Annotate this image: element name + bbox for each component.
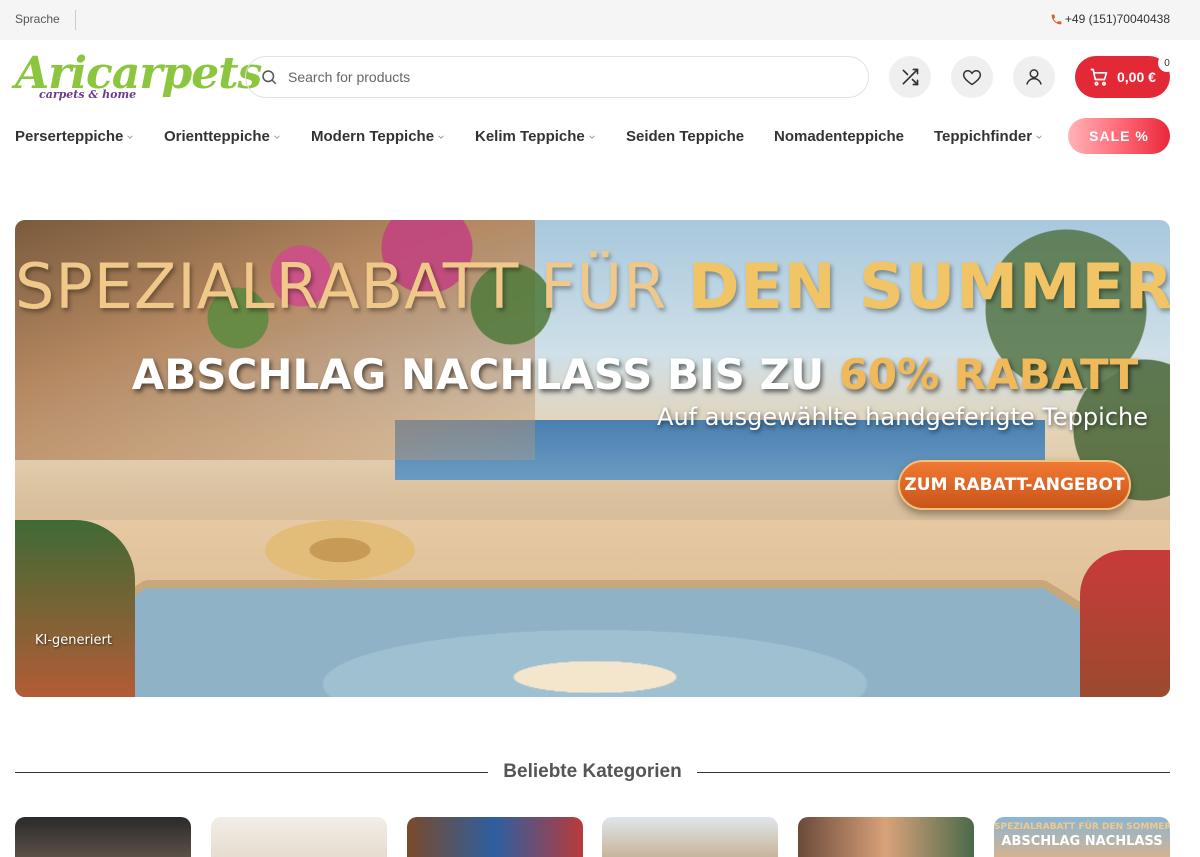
hero-rug [15, 580, 1170, 697]
divider [697, 772, 1170, 773]
hero-hat [265, 520, 415, 580]
language-selector[interactable]: Sprache [15, 12, 60, 26]
shuffle-icon [902, 68, 919, 86]
nav-item-label: Modern Teppiche [311, 128, 435, 145]
chevron-down-icon [1036, 134, 1042, 139]
sale-button[interactable]: SALE % [1068, 118, 1170, 154]
nav-item-label: Seiden Teppiche [626, 128, 745, 145]
cart-icon [1090, 68, 1108, 86]
category-grid: SPEZIALRABATT FÜR DEN SOMMER ABSCHLAG NA… [15, 817, 1170, 857]
hero-headline: SPEZIALRABATT FÜR DEN SUMMER [15, 250, 1170, 324]
nav-item-label: Kelim Teppiche [475, 128, 585, 145]
category-card[interactable] [798, 817, 974, 857]
phone-icon [1051, 14, 1062, 24]
cart-button[interactable]: 0,00 € [1075, 56, 1170, 98]
hero-subheadline: ABSCHLAG NACHLASS BIS ZU 60% RABATT [110, 347, 1160, 403]
category-card[interactable] [602, 817, 778, 857]
section-title: Beliebte Kategorien [503, 761, 682, 782]
hero-plant-right [1080, 550, 1170, 697]
category-card[interactable] [15, 817, 191, 857]
category-card[interactable] [407, 817, 583, 857]
search-icon [262, 70, 277, 85]
nav-item-label: Teppichfinder [934, 128, 1033, 145]
hero-headline-part2: DEN SUMMER [687, 250, 1170, 323]
nav-item-kelim-teppiche[interactable]: Kelim Teppiche [475, 128, 596, 145]
wishlist-button[interactable] [951, 56, 993, 98]
chevron-down-icon [274, 134, 280, 139]
logo[interactable]: Aricarpets carpets & home [15, 50, 262, 106]
category-card[interactable] [211, 817, 387, 857]
cart-count-badge: 0 [1158, 54, 1176, 72]
compare-button[interactable] [889, 56, 931, 98]
nav-item-perserteppiche[interactable]: Perserteppiche [15, 128, 134, 145]
hero-subheadline-part2: 60% RABATT [838, 350, 1139, 399]
search-bar[interactable] [245, 56, 869, 98]
categories-heading: Beliebte Kategorien [15, 755, 1170, 791]
nav-item-modern-teppiche[interactable]: Modern Teppiche [311, 128, 445, 145]
header: Aricarpets carpets & home 0,00 € 0 [0, 40, 1200, 114]
hero-headline-part1: SPEZIALRABATT FÜR [15, 250, 668, 323]
hero-plant-left [15, 520, 135, 697]
top-bar: Sprache +49 (151)70040438 [0, 0, 1200, 40]
hero-cta-button[interactable]: ZUM RABATT-ANGEBOT [898, 460, 1131, 510]
hero-subheadline-part1: ABSCHLAG NACHLASS BIS ZU [131, 350, 825, 399]
thumb-banner-line2: ABSCHLAG NACHLASS [1001, 834, 1163, 849]
nav-item-seiden-teppiche[interactable]: Seiden Teppiche [626, 128, 744, 145]
cart-amount: 0,00 € [1117, 69, 1156, 85]
ai-generated-note: KI-generiert [35, 633, 112, 648]
chevron-down-icon [589, 134, 595, 139]
nav-item-label: Perserteppiche [15, 128, 124, 145]
nav-item-teppichfinder[interactable]: Teppichfinder [934, 128, 1043, 145]
user-icon [1026, 69, 1042, 85]
chevron-down-icon [127, 134, 134, 139]
nav-item-nomadenteppiche[interactable]: Nomadenteppiche [774, 128, 904, 145]
account-button[interactable] [1013, 56, 1055, 98]
nav-item-orientteppiche[interactable]: Orientteppiche [164, 128, 281, 145]
thumb-banner-line1: SPEZIALRABATT FÜR DEN SOMMER [994, 822, 1170, 832]
category-card[interactable]: SPEZIALRABATT FÜR DEN SOMMER ABSCHLAG NA… [994, 817, 1170, 857]
heart-icon [962, 69, 982, 86]
nav-item-label: Orientteppiche [164, 128, 270, 145]
chevron-down-icon [438, 134, 444, 139]
search-input[interactable] [288, 69, 828, 85]
phone-number: +49 (151)70040438 [1064, 12, 1170, 26]
divider [15, 772, 488, 773]
hero-tagline: Auf ausgewählte handgeferigte Teppiche [657, 403, 1148, 431]
divider [75, 10, 76, 30]
phone-link[interactable]: +49 (151)70040438 [1050, 12, 1170, 26]
hero-banner[interactable]: SPEZIALRABATT FÜR DEN SUMMER ABSCHLAG NA… [15, 220, 1170, 697]
main-nav: Perserteppiche Orientteppiche Modern Tep… [0, 116, 1200, 158]
nav-item-label: Nomadenteppiche [774, 128, 905, 145]
logo-tagline: carpets & home [39, 88, 137, 101]
